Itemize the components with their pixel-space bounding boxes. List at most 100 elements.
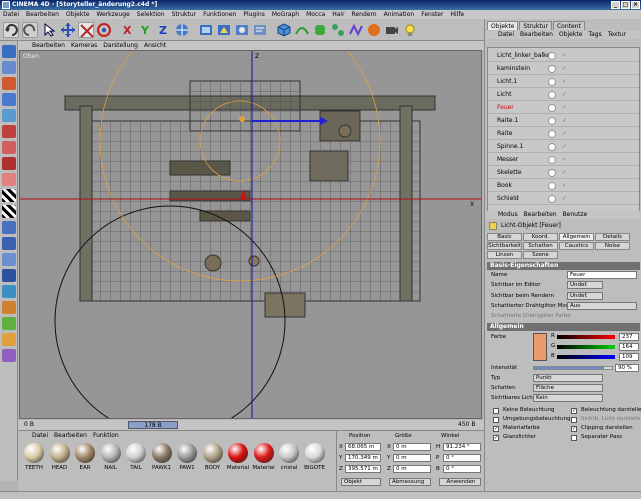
material-swatch[interactable]: PAWK1 (150, 443, 174, 479)
r-slider[interactable] (557, 335, 615, 339)
attr-tab-details[interactable]: Details (595, 233, 630, 241)
select-arrow-icon[interactable] (42, 22, 58, 38)
attr-tab-basic[interactable]: Basic (487, 233, 522, 241)
option-checkbox[interactable]: ✓ (493, 426, 499, 432)
object-tag-icon[interactable] (548, 65, 556, 73)
option-checkbox[interactable]: ✓ (571, 408, 577, 414)
obj-menu-objekte[interactable]: Objekte (559, 31, 582, 39)
attr-tab-schatten[interactable]: Schatten (523, 242, 558, 250)
snap-icon[interactable] (2, 221, 16, 234)
quantize-icon[interactable] (2, 253, 16, 266)
hypernurbs-icon[interactable] (312, 22, 328, 38)
shadow-select[interactable]: Fläche (533, 384, 603, 392)
object-enabled-icon[interactable]: ✓ (562, 105, 567, 111)
obj-menu-textur[interactable]: Textur (608, 31, 626, 39)
object-row[interactable]: Licht.1 ✓ (488, 76, 639, 88)
type-select[interactable]: Punkt (533, 374, 603, 382)
brush-icon[interactable] (2, 333, 16, 346)
material-swatch[interactable]: EAR (73, 443, 97, 479)
object-row[interactable]: Feuer ✓ (488, 102, 639, 114)
object-tag-icon[interactable] (548, 182, 556, 190)
checker-icon[interactable] (2, 189, 16, 202)
visible-render-select[interactable]: Undef. (567, 292, 603, 300)
material-swatch[interactable]: PAW1 (175, 443, 199, 479)
viewport-top[interactable]: Oben X Z (19, 50, 482, 419)
object-tag-icon[interactable] (548, 117, 556, 125)
object-enabled-icon[interactable]: ✓ (562, 118, 567, 124)
y-axis-icon[interactable]: Y (138, 22, 154, 38)
object-enabled-icon[interactable]: ✓ (562, 144, 567, 150)
material-menu-datei[interactable]: Datei (32, 431, 48, 440)
menu-mocca[interactable]: Mocca (306, 10, 325, 19)
material-swatch[interactable]: Material (252, 443, 276, 479)
tweak-icon[interactable] (2, 173, 16, 186)
material-swatch[interactable]: BODY (201, 443, 225, 479)
redo-icon[interactable] (22, 22, 38, 38)
workplane-icon[interactable] (2, 237, 16, 250)
paint-icon[interactable] (2, 285, 16, 298)
bodypaint-icon[interactable] (2, 317, 16, 330)
attr-tab-linsen[interactable]: Linsen (487, 251, 522, 259)
viewport-menu-darstellung[interactable]: Darstellung (103, 41, 138, 50)
object-row[interactable]: Licht ✓ (488, 89, 639, 101)
g-field[interactable]: 164 (619, 343, 639, 351)
attr-menu-modus[interactable]: Modus (498, 211, 518, 219)
material-swatch[interactable]: Material (226, 443, 250, 479)
obj-menu-datei[interactable]: Datei (498, 31, 514, 39)
object-tag-icon[interactable] (548, 169, 556, 177)
attr-menu-bearbeiten[interactable]: Bearbeiten (524, 211, 557, 219)
pos-x-field[interactable]: 68.065 m (345, 443, 381, 451)
menu-hair[interactable]: Hair (332, 10, 344, 19)
timeline-slider[interactable]: 178 B (128, 421, 178, 429)
use-texture-tool-icon[interactable] (2, 77, 16, 90)
object-row[interactable]: Raite.1 ✓ (488, 115, 639, 127)
object-row[interactable]: Book ✓ (488, 180, 639, 192)
attr-tab-sichtbarkeit[interactable]: Sichtbarkeit (487, 242, 522, 250)
use-polygon-tool-icon[interactable] (2, 141, 16, 154)
use-point-tool-icon[interactable] (2, 109, 16, 122)
attr-tab-szene[interactable]: Szene (523, 251, 558, 259)
menu-objekte[interactable]: Objekte (66, 10, 89, 19)
object-enabled-icon[interactable]: ✓ (562, 79, 567, 85)
attr-tab-noise[interactable]: Noise (595, 242, 630, 250)
move-icon[interactable] (60, 22, 76, 38)
object-tag-icon[interactable] (548, 104, 556, 112)
material-swatch[interactable]: TEETH (22, 443, 46, 479)
nurbs-icon[interactable] (294, 22, 310, 38)
object-row[interactable]: Messer ✓ (488, 154, 639, 166)
r-field[interactable]: 237 (619, 333, 639, 341)
camera-icon[interactable] (384, 22, 400, 38)
object-enabled-icon[interactable]: ✓ (562, 170, 567, 176)
coordinate-system-icon[interactable] (174, 22, 190, 38)
scale-icon[interactable] (78, 22, 94, 38)
material-swatch[interactable]: BIGOTE (303, 443, 327, 479)
name-field[interactable]: Feuer (567, 271, 637, 279)
object-row[interactable]: Licht_linker_balken ✓ (488, 50, 639, 62)
object-enabled-icon[interactable]: ✓ (562, 92, 567, 98)
rot-b-field[interactable]: 0 ° (443, 465, 481, 473)
render-picture-icon[interactable] (234, 22, 250, 38)
menu-fenster[interactable]: Fenster (421, 10, 443, 19)
deformer-icon[interactable] (348, 22, 364, 38)
menu-hilfe[interactable]: Hilfe (450, 10, 464, 19)
object-row[interactable]: Spinne.1 ✓ (488, 141, 639, 153)
cube-primitive-icon[interactable] (276, 22, 292, 38)
render-view-icon[interactable] (198, 22, 214, 38)
size-mode-select[interactable]: Abmessung (389, 478, 431, 486)
object-enabled-icon[interactable]: ✓ (562, 131, 567, 137)
menu-mograph[interactable]: MoGraph (272, 10, 299, 19)
object-enabled-icon[interactable]: ✓ (562, 66, 567, 72)
material-swatch[interactable]: cristal (277, 443, 301, 479)
option-checkbox[interactable] (493, 417, 499, 423)
b-slider[interactable] (557, 355, 615, 359)
tab-content[interactable]: Content (552, 21, 585, 30)
light-icon[interactable] (402, 22, 418, 38)
use-model-tool-icon[interactable] (2, 45, 16, 58)
object-row[interactable]: Raite ✓ (488, 128, 639, 140)
object-enabled-icon[interactable]: ✓ (562, 196, 567, 202)
object-tag-icon[interactable] (548, 78, 556, 86)
coord-mode-select[interactable]: Objekt (341, 478, 381, 486)
object-tag-icon[interactable] (548, 52, 556, 60)
texture-checker-icon[interactable] (2, 205, 16, 218)
use-edge-tool-icon[interactable] (2, 125, 16, 138)
